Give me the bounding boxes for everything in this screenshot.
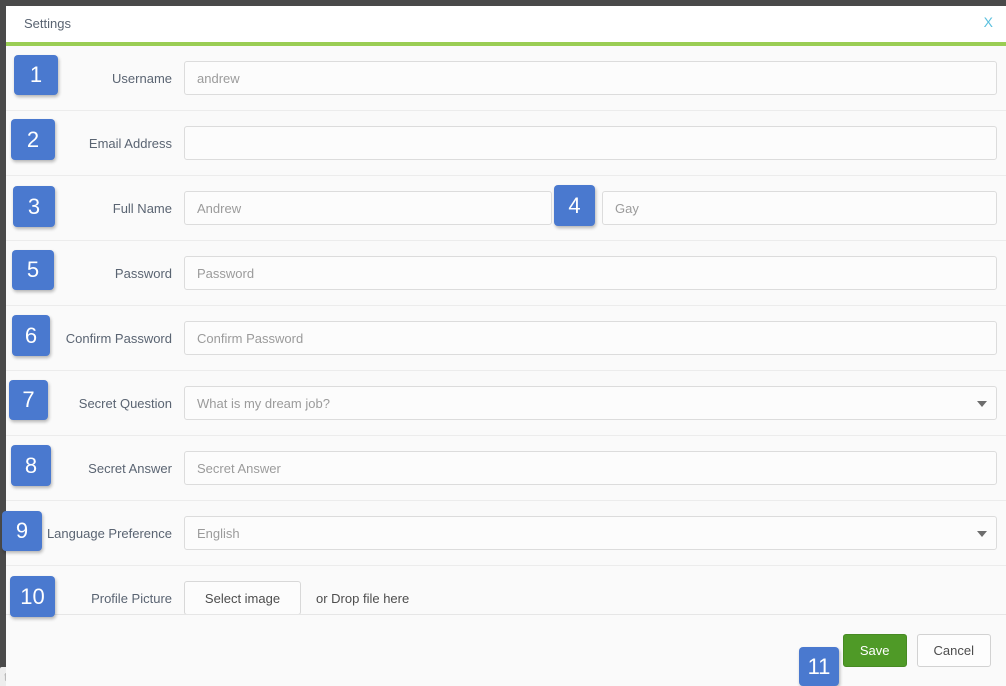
save-button[interactable]: Save xyxy=(842,634,907,667)
label-password: Password xyxy=(114,265,172,281)
cancel-button[interactable]: Cancel xyxy=(916,634,991,667)
label-language-preference: Language Preference xyxy=(46,525,172,541)
secret-question-select[interactable]: What is my dream job? xyxy=(184,386,997,420)
first-name-input[interactable] xyxy=(184,191,552,225)
close-icon[interactable]: X xyxy=(984,15,993,29)
settings-form: Username Email Address Full Name xyxy=(6,46,1006,614)
label-secret-question: Secret Question xyxy=(78,395,172,411)
form-row-secret-answer: Secret Answer xyxy=(6,436,1006,501)
field-password-area xyxy=(184,256,1006,290)
settings-modal: Settings X Username Email Address Ful xyxy=(6,6,1006,686)
label-email-address: Email Address xyxy=(88,135,172,151)
last-name-wrap xyxy=(602,191,997,225)
form-row-profile-picture: Profile Picture Select image or Drop fil… xyxy=(6,566,1006,614)
modal-footer: Save Cancel xyxy=(6,614,1006,686)
select-image-button[interactable]: Select image xyxy=(184,581,301,614)
secret-question-select-wrap: What is my dream job? xyxy=(184,386,997,420)
label-secret-answer: Secret Answer xyxy=(88,460,172,476)
field-email-area xyxy=(184,126,1006,160)
last-name-input[interactable] xyxy=(602,191,997,225)
form-row-password: Password xyxy=(6,241,1006,306)
language-preference-select[interactable]: English xyxy=(184,516,997,550)
screen: tomer_contract_default_data_list Setting… xyxy=(0,0,1006,686)
username-input[interactable] xyxy=(184,61,997,95)
form-row-full-name: Full Name xyxy=(6,176,1006,241)
field-language-area: English xyxy=(184,516,1006,550)
field-secret-answer-area xyxy=(184,451,1006,485)
email-address-input[interactable] xyxy=(184,126,997,160)
language-select-wrap: English xyxy=(184,516,997,550)
form-row-email: Email Address xyxy=(6,111,1006,176)
confirm-password-input[interactable] xyxy=(184,321,997,355)
form-row-confirm-password: Confirm Password xyxy=(6,306,1006,371)
field-username-area xyxy=(184,61,1006,95)
label-profile-picture: Profile Picture xyxy=(91,590,172,606)
password-input[interactable] xyxy=(184,256,997,290)
page-title: Settings xyxy=(24,16,71,31)
secret-answer-input[interactable] xyxy=(184,451,997,485)
drop-file-hint: or Drop file here xyxy=(316,590,410,606)
form-row-language-preference: Language Preference English xyxy=(6,501,1006,566)
field-confirm-password-area xyxy=(184,321,1006,355)
first-name-wrap xyxy=(184,191,552,225)
form-row-secret-question: Secret Question What is my dream job? xyxy=(6,371,1006,436)
modal-header: Settings X xyxy=(6,6,1006,42)
label-username: Username xyxy=(112,70,172,86)
label-full-name: Full Name xyxy=(112,200,172,216)
field-secret-question-area: What is my dream job? xyxy=(184,386,1006,420)
form-row-username: Username xyxy=(6,46,1006,111)
field-profile-picture-area: Select image or Drop file here xyxy=(184,581,1006,614)
field-full-name-area xyxy=(184,191,1006,225)
label-confirm-password: Confirm Password xyxy=(65,330,172,346)
